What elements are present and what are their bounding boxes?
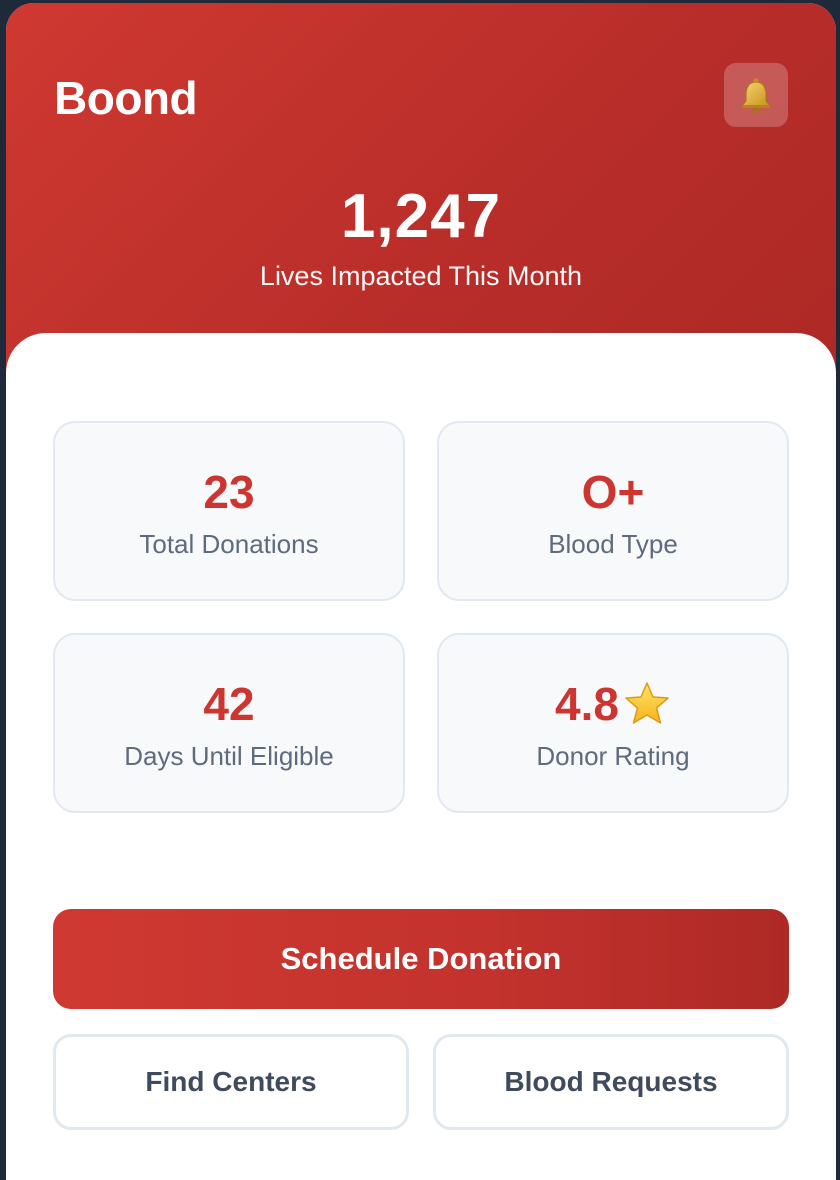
blood-requests-button[interactable]: Blood Requests — [433, 1034, 789, 1130]
stat-value: 23 — [203, 466, 255, 518]
stat-value: 4.8 — [555, 678, 619, 730]
app-screen: Boond 1,247 Lives Impacted This Month 23… — [6, 3, 836, 1180]
stat-value: 42 — [203, 678, 255, 730]
lives-impacted-count: 1,247 — [340, 182, 502, 251]
notifications-button[interactable] — [724, 63, 788, 127]
find-centers-button[interactable]: Find Centers — [53, 1034, 409, 1130]
stat-value-row: 4.8 — [439, 677, 787, 731]
bell-icon — [740, 78, 772, 114]
stat-blood-type: O+ Blood Type — [437, 421, 789, 601]
stat-label: Donor Rating — [536, 741, 690, 771]
stat-label: Days Until Eligible — [124, 741, 334, 771]
stat-total-donations: 23 Total Donations — [53, 421, 405, 601]
stat-label: Blood Type — [548, 529, 678, 559]
header-banner: Boond 1,247 Lives Impacted This Month — [6, 3, 836, 383]
app-title: Boond — [54, 72, 198, 124]
stat-value: O+ — [581, 466, 645, 518]
lives-impacted-caption: Lives Impacted This Month — [259, 261, 583, 291]
schedule-donation-button[interactable]: Schedule Donation — [53, 909, 789, 1009]
stat-donor-rating: 4.8 Donor Rating — [437, 633, 789, 813]
stat-label: Total Donations — [139, 529, 319, 559]
stat-days-until-eligible: 42 Days Until Eligible — [53, 633, 405, 813]
star-icon — [625, 682, 669, 724]
